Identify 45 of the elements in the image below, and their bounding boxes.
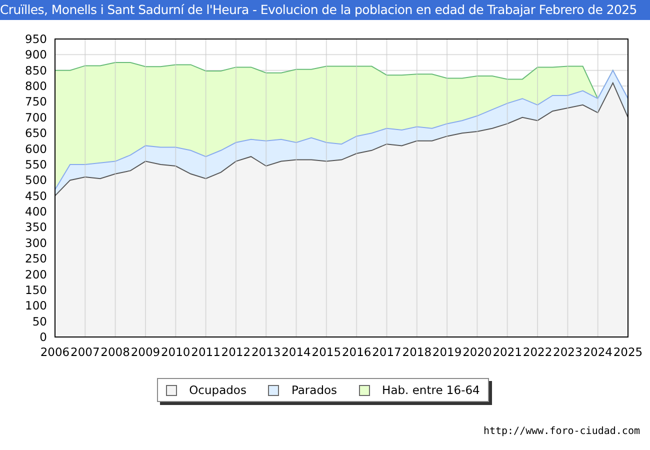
x-tick-label: 2011 bbox=[191, 345, 220, 359]
legend-label: Hab. entre 16-64 bbox=[382, 383, 480, 397]
y-tick-label: 300 bbox=[25, 236, 47, 250]
x-tick-label: 2017 bbox=[372, 345, 402, 359]
chart-title: Cruïlles, Monells i Sant Sadurní de l'Heura - Evolucion de la poblacion en edad de Trabajar Febrero de 2025 bbox=[0, 0, 650, 20]
y-tick-label: 650 bbox=[25, 126, 47, 140]
y-tick-label: 700 bbox=[25, 110, 47, 124]
x-tick-label: 2025 bbox=[613, 345, 643, 359]
x-tick-label: 2020 bbox=[462, 345, 492, 359]
y-tick-label: 250 bbox=[25, 252, 47, 266]
y-tick-label: 400 bbox=[25, 204, 47, 219]
x-tick-label: 2015 bbox=[312, 345, 342, 359]
x-tick-label: 2019 bbox=[432, 345, 462, 359]
y-tick-label: 950 bbox=[25, 32, 47, 46]
x-tick-label: 2007 bbox=[70, 345, 100, 359]
y-tick-label: 550 bbox=[25, 157, 47, 172]
y-tick-label: 50 bbox=[32, 314, 47, 328]
x-tick-label: 2006 bbox=[40, 345, 70, 359]
y-tick-label: 600 bbox=[25, 142, 47, 156]
y-tick-label: 100 bbox=[25, 298, 47, 313]
x-tick-label: 2013 bbox=[251, 345, 281, 359]
x-tick-label: 2023 bbox=[553, 345, 582, 359]
x-tick-label: 2010 bbox=[161, 345, 190, 359]
legend-label: Parados bbox=[291, 383, 338, 397]
y-tick-label: 800 bbox=[25, 79, 47, 94]
x-tick-label: 2016 bbox=[342, 345, 372, 359]
y-tick-label: 450 bbox=[25, 188, 47, 203]
source-url: http://www.foro-ciudad.com bbox=[483, 426, 640, 437]
y-tick-label: 200 bbox=[25, 267, 47, 282]
x-tick-label: 2024 bbox=[583, 345, 612, 359]
x-tick-label: 2014 bbox=[282, 345, 311, 359]
x-tick-label: 2012 bbox=[221, 345, 251, 359]
y-tick-label: 150 bbox=[25, 282, 47, 297]
y-tick-label: 900 bbox=[25, 48, 47, 62]
x-tick-label: 2008 bbox=[100, 345, 130, 359]
x-tick-label: 2021 bbox=[492, 345, 522, 359]
legend-label: Ocupados bbox=[189, 383, 246, 397]
x-tick-label: 2022 bbox=[522, 345, 552, 359]
y-tick-label: 350 bbox=[25, 220, 47, 234]
y-tick-label: 850 bbox=[25, 63, 47, 78]
y-tick-label: 500 bbox=[25, 173, 47, 188]
y-tick-label: 0 bbox=[40, 330, 47, 344]
y-tick-label: 750 bbox=[25, 94, 47, 109]
x-tick-label: 2018 bbox=[402, 345, 432, 359]
x-tick-label: 2009 bbox=[130, 345, 160, 359]
